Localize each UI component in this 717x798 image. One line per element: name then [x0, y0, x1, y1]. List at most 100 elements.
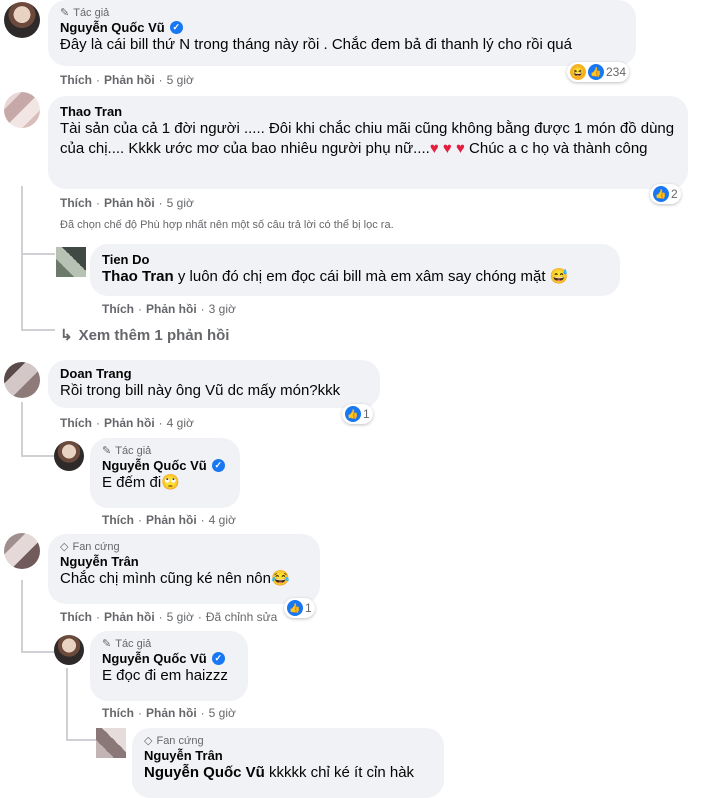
commenter-name[interactable]: Nguyễn Trân — [60, 554, 139, 569]
thread-line — [21, 580, 23, 652]
mention-link[interactable]: Nguyễn Quốc Vũ — [144, 764, 265, 781]
reaction-count[interactable]: 😆 👍 234 — [567, 62, 630, 82]
comment-bubble: Tien Do Thao Tran y luôn đó chị em đọc c… — [90, 244, 620, 296]
heart-emoji: ♥ ♥ ♥ — [429, 140, 465, 157]
diamond-icon: ◇ — [60, 541, 69, 553]
comment-bubble: Doan Trang Rồi trong bill này ông Vũ dc … — [48, 360, 380, 408]
like-icon: 👍 — [588, 64, 604, 80]
comment-text: Rồi trong bill này ông Vũ dc mấy món?kkk — [60, 382, 341, 399]
thread-line — [66, 668, 68, 740]
reaction-count[interactable]: 👍 1 — [342, 404, 373, 424]
verified-icon: ✓ — [169, 21, 183, 34]
author-badge: ✎ Tác giả — [102, 444, 152, 458]
avatar[interactable] — [56, 247, 86, 277]
commenter-name[interactable]: Nguyễn Quốc Vũ — [60, 20, 165, 35]
fan-badge: ◇ Fan cứng — [144, 734, 204, 748]
comment-bubble: ✎ Tác giả Nguyễn Quốc Vũ ✓ E đếm đi🙄 — [90, 438, 240, 508]
laughing-emoji: 😂 — [270, 570, 290, 587]
comment-bubble: ✎ Tác giả Nguyễn Quốc Vũ ✓ E đọc đi em hai… — [90, 631, 248, 701]
comment-text: Nguyễn Quốc Vũ kkkkk chỉ ké ít cỉn hàk — [144, 764, 415, 781]
commenter-name[interactable]: Doan Trang — [60, 366, 132, 381]
timestamp[interactable]: 4 giờ — [167, 416, 194, 430]
commenter-name[interactable]: Nguyễn Quốc Vũ — [102, 651, 207, 666]
reply-link[interactable]: Phản hồi — [146, 302, 197, 316]
thread-line — [21, 253, 55, 255]
comment-text: Thao Tran y luôn đó chị em đọc cái bill … — [102, 268, 569, 285]
avatar[interactable] — [54, 635, 84, 665]
thread-line — [21, 455, 55, 457]
pen-icon: ✎ — [102, 445, 112, 457]
comment-bubble: Thao Tran Tài sản của cả 1 đời người ...… — [48, 96, 688, 189]
avatar[interactable] — [96, 728, 126, 758]
comment-actions: Thích · Phản hồi · 5 giờ — [60, 196, 194, 210]
like-link[interactable]: Thích — [102, 513, 134, 527]
avatar[interactable] — [4, 533, 40, 569]
diamond-icon: ◇ — [144, 735, 153, 747]
author-badge: ✎ Tác giả — [102, 637, 152, 651]
like-link[interactable]: Thích — [102, 302, 134, 316]
reply-link[interactable]: Phản hồi — [146, 706, 197, 720]
reply-link[interactable]: Phản hồi — [104, 73, 155, 87]
author-badge: ✎ Tác giả — [60, 6, 110, 20]
like-icon: 👍 — [345, 406, 361, 422]
comment-bubble: ◇ Fan cứng Nguyễn Trân Chắc chị mình cũng… — [48, 534, 320, 604]
comment-bubble: ◇ Fan cứng Nguyễn Trân Nguyễn Quốc Vũ kkk… — [132, 728, 444, 798]
commenter-name[interactable]: Nguyễn Quốc Vũ — [102, 458, 207, 473]
reply-link[interactable]: Phản hồi — [104, 196, 155, 210]
thread-line — [66, 739, 96, 741]
comment-actions: Thích · Phản hồi · 5 giờ · Đã chỉnh sửa — [60, 610, 278, 624]
rolling-eyes-emoji: 🙄 — [161, 474, 180, 491]
thread-line — [21, 186, 23, 331]
comment-actions: Thích · Phản hồi · 4 giờ — [60, 416, 194, 430]
timestamp[interactable]: 5 giờ — [167, 610, 194, 624]
thread-line — [21, 329, 55, 331]
comment-text: E đếm đi🙄 — [102, 474, 180, 491]
avatar[interactable] — [4, 92, 40, 128]
like-link[interactable]: Thích — [60, 73, 92, 87]
verified-icon: ✓ — [211, 459, 225, 472]
verified-icon: ✓ — [211, 652, 225, 665]
haha-icon: 😆 — [570, 64, 586, 80]
view-more-replies[interactable]: ↳ Xem thêm 1 phản hồi — [60, 326, 229, 345]
reaction-count[interactable]: 👍 2 — [650, 184, 681, 204]
commenter-name[interactable]: Nguyễn Trân — [144, 748, 223, 763]
like-link[interactable]: Thích — [60, 416, 92, 430]
thread-line — [21, 651, 55, 653]
fan-badge: ◇ Fan cứng — [60, 540, 120, 554]
comment-text: Tài sản của cả 1 đời người ..... Đôi khi… — [60, 120, 675, 157]
pen-icon: ✎ — [60, 7, 70, 19]
avatar[interactable] — [54, 441, 84, 471]
timestamp[interactable]: 5 giờ — [209, 706, 236, 720]
comment-actions: Thích · Phản hồi · 5 giờ — [60, 73, 194, 87]
comment-actions: Thích · Phản hồi · 3 giờ — [102, 302, 236, 316]
like-link[interactable]: Thích — [102, 706, 134, 720]
edited-label: Đã chỉnh sửa — [205, 610, 278, 624]
avatar[interactable] — [4, 2, 40, 38]
reply-arrow-icon: ↳ — [60, 327, 73, 344]
like-icon: 👍 — [653, 186, 669, 202]
mention-link[interactable]: Thao Tran — [102, 268, 174, 285]
reaction-count[interactable]: 👍 1 — [284, 598, 315, 618]
like-link[interactable]: Thích — [60, 196, 92, 210]
like-link[interactable]: Thích — [60, 610, 92, 624]
like-icon: 👍 — [287, 600, 303, 616]
pen-icon: ✎ — [102, 638, 112, 650]
timestamp[interactable]: 3 giờ — [209, 302, 236, 316]
comment-text: E đọc đi em haizzz — [102, 667, 228, 684]
sweat-smile-emoji: 😅 — [549, 268, 569, 285]
commenter-name[interactable]: Thao Tran — [60, 104, 122, 119]
reply-link[interactable]: Phản hồi — [104, 610, 155, 624]
comment-actions: Thích · Phản hồi · 5 giờ — [102, 706, 236, 720]
commenter-name[interactable]: Tien Do — [102, 252, 149, 267]
avatar[interactable] — [4, 362, 40, 398]
timestamp[interactable]: 5 giờ — [167, 73, 194, 87]
comment-bubble: ✎ Tác giả Nguyễn Quốc Vũ ✓ Đây là cái bill… — [48, 0, 636, 66]
reply-link[interactable]: Phản hồi — [146, 513, 197, 527]
filter-note: Đã chọn chế độ Phù hợp nhất nên một số c… — [60, 219, 394, 231]
comment-text: Chắc chị mình cũng ké nên nôn😂 — [60, 570, 290, 587]
thread-line — [21, 402, 23, 456]
reply-link[interactable]: Phản hồi — [104, 416, 155, 430]
comment-actions: Thích · Phản hồi · 4 giờ — [102, 513, 236, 527]
timestamp[interactable]: 4 giờ — [209, 513, 236, 527]
timestamp[interactable]: 5 giờ — [167, 196, 194, 210]
